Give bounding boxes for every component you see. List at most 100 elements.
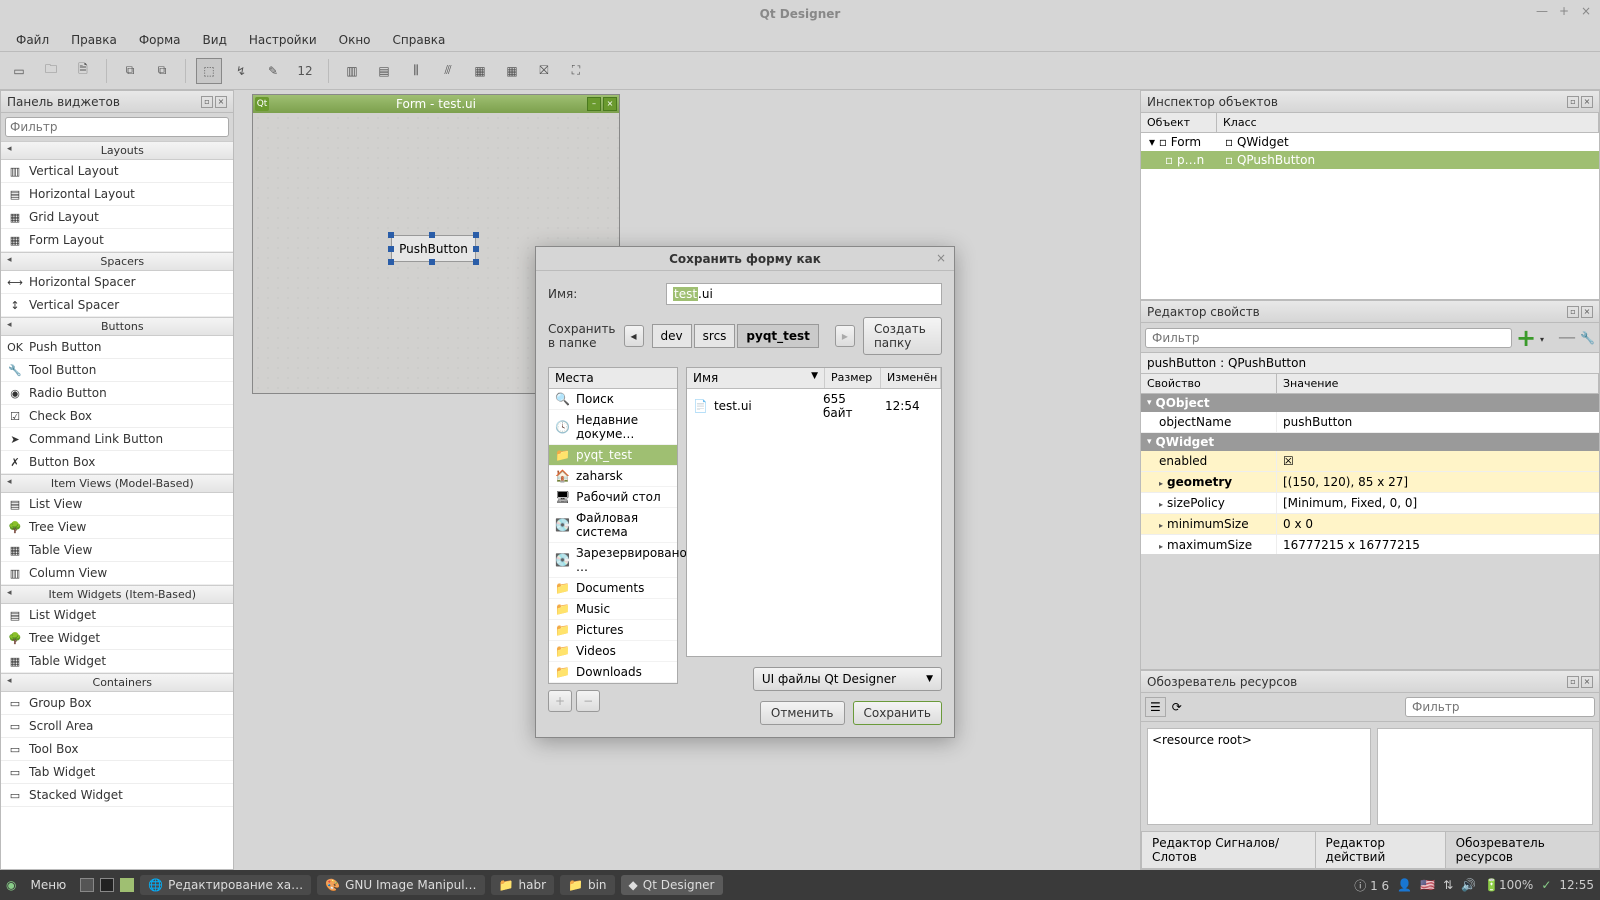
undock-icon[interactable]: ▫ [1567,306,1579,318]
files-icon[interactable] [120,878,134,892]
edit-widgets-icon[interactable]: ⬚ [196,58,222,84]
resource-tab[interactable]: Редактор Сигналов/Слотов [1141,832,1316,869]
add-place-icon[interactable]: + [548,690,572,712]
reload-icon[interactable]: ⟳ [1172,700,1182,714]
taskbar-app[interactable]: 🎨GNU Image Manipul… [317,875,484,895]
terminal-icon[interactable] [100,878,114,892]
prop-group[interactable]: ▾ QWidget [1141,433,1599,451]
inspector-row[interactable]: ▫ p…n▫ QPushButton [1141,151,1599,169]
undock-icon[interactable]: ▫ [1567,676,1579,688]
widget-category[interactable]: Layouts [1,141,233,160]
edit-signals-icon[interactable]: ↯ [228,58,254,84]
widget-item[interactable]: ▤Horizontal Layout [1,183,233,206]
close-panel-icon[interactable]: × [215,96,227,108]
keyboard-layout-icon[interactable]: 🇺🇸 [1420,878,1435,892]
dialog-close-icon[interactable]: × [934,251,948,265]
path-forward-icon[interactable]: ▸ [835,325,855,347]
save-icon[interactable]: 🗎 [70,58,96,84]
widget-item[interactable]: ▤List View [1,493,233,516]
menu-файл[interactable]: Файл [6,31,59,49]
taskbar-app[interactable]: ◆Qt Designer [621,875,723,895]
show-desktop-icon[interactable] [80,878,94,892]
layout-grid-icon[interactable]: ▦ [467,58,493,84]
path-crumb[interactable]: pyqt_test [737,324,819,348]
mint-menu-icon[interactable]: ◉ [6,878,16,892]
battery-icon[interactable]: 🔋100% [1484,878,1533,892]
file-row[interactable]: 📄test.ui655 байт12:54 [687,389,941,423]
save-button[interactable]: Сохранить [853,701,943,725]
place-item[interactable]: 💽Зарезервировано … [549,543,677,578]
widget-item[interactable]: ▭Stacked Widget [1,784,233,807]
resource-tab[interactable]: Редактор действий [1315,832,1446,869]
clock[interactable]: 12:55 [1559,878,1594,892]
network-icon[interactable]: ⇅ [1443,878,1453,892]
layout-vsplit-icon[interactable]: ⫻ [435,58,461,84]
widget-item[interactable]: ▭Tool Box [1,738,233,761]
undock-icon[interactable]: ▫ [1567,96,1579,108]
user-icon[interactable]: 👤 [1397,878,1412,892]
widget-item[interactable]: ◉Radio Button [1,382,233,405]
add-property-icon[interactable]: + [1516,331,1536,345]
close-panel-icon[interactable]: × [1581,306,1593,318]
new-form-icon[interactable]: ▭ [6,58,32,84]
close-panel-icon[interactable]: × [1581,676,1593,688]
open-icon[interactable]: 🗀 [38,58,64,84]
edit-resources-icon[interactable]: ☰ [1145,697,1166,717]
menu-правка[interactable]: Правка [61,31,127,49]
widget-item[interactable]: ▭Tab Widget [1,761,233,784]
widget-item[interactable]: 🌳Tree Widget [1,627,233,650]
place-item[interactable]: 📁Videos [549,641,677,662]
inspector-col-class[interactable]: Класс [1217,113,1599,132]
widget-category[interactable]: Spacers [1,252,233,271]
files-col-size[interactable]: Размер [825,368,881,388]
widget-item[interactable]: ✗Button Box [1,451,233,474]
form-min-icon[interactable]: – [587,97,601,111]
filetype-combo[interactable]: UI файлы Qt Designer▼ [753,667,942,691]
pushbutton-widget[interactable]: PushButton [391,235,476,262]
widget-item[interactable]: ▥Column View [1,562,233,585]
layout-form-icon[interactable]: ▦ [499,58,525,84]
place-item[interactable]: 📁Downloads [549,662,677,683]
place-item[interactable]: 🕓Недавние докуме… [549,410,677,445]
inspector-col-object[interactable]: Объект [1141,113,1217,132]
widget-item[interactable]: ▦Form Layout [1,229,233,252]
path-crumb[interactable]: srcs [694,324,736,348]
start-menu[interactable]: Меню [22,875,74,895]
break-layout-icon[interactable]: ⛝ [531,58,557,84]
taskbar-app[interactable]: 📁bin [560,875,615,895]
propeditor-filter[interactable] [1145,328,1512,348]
prop-group[interactable]: ▾ QObject [1141,394,1599,412]
cancel-button[interactable]: Отменить [760,701,845,725]
widget-item[interactable]: ▦Grid Layout [1,206,233,229]
layout-h-icon[interactable]: ▥ [339,58,365,84]
send-back-icon[interactable]: ⧉ [117,58,143,84]
prop-row[interactable]: maximumSize16777215 x 16777215 [1141,535,1599,554]
edit-buddies-icon[interactable]: ✎ [260,58,286,84]
place-item[interactable]: 📁Pictures [549,620,677,641]
prop-row[interactable]: enabled☒ [1141,451,1599,472]
menu-настройки[interactable]: Настройки [239,31,327,49]
close-panel-icon[interactable]: × [1581,96,1593,108]
remove-property-icon[interactable]: — [1558,327,1576,348]
prop-row[interactable]: sizePolicy[Minimum, Fixed, 0, 0] [1141,493,1599,514]
widget-item[interactable]: ▭Group Box [1,692,233,715]
layout-hsplit-icon[interactable]: ⫼ [403,58,429,84]
place-item[interactable]: 📁Documents [549,578,677,599]
menu-справка[interactable]: Справка [383,31,456,49]
prop-col-value[interactable]: Значение [1277,374,1599,393]
form-close-icon[interactable]: × [603,97,617,111]
widgetbox-filter[interactable] [5,117,229,137]
menu-вид[interactable]: Вид [193,31,237,49]
resource-tree[interactable]: <resource root> [1147,728,1371,825]
edit-tab-order-icon[interactable]: 12 [292,58,318,84]
widget-item[interactable]: ⟷Horizontal Spacer [1,271,233,294]
place-item[interactable]: 📁Music [549,599,677,620]
remove-place-icon[interactable]: − [576,690,600,712]
adjust-size-icon[interactable]: ⛶ [563,58,589,84]
volume-icon[interactable]: 🔊 [1461,878,1476,892]
menu-окно[interactable]: Окно [329,31,381,49]
widget-item[interactable]: ▥Vertical Layout [1,160,233,183]
prop-col-name[interactable]: Свойство [1141,374,1277,393]
widget-item[interactable]: ▦Table Widget [1,650,233,673]
widget-category[interactable]: Containers [1,673,233,692]
